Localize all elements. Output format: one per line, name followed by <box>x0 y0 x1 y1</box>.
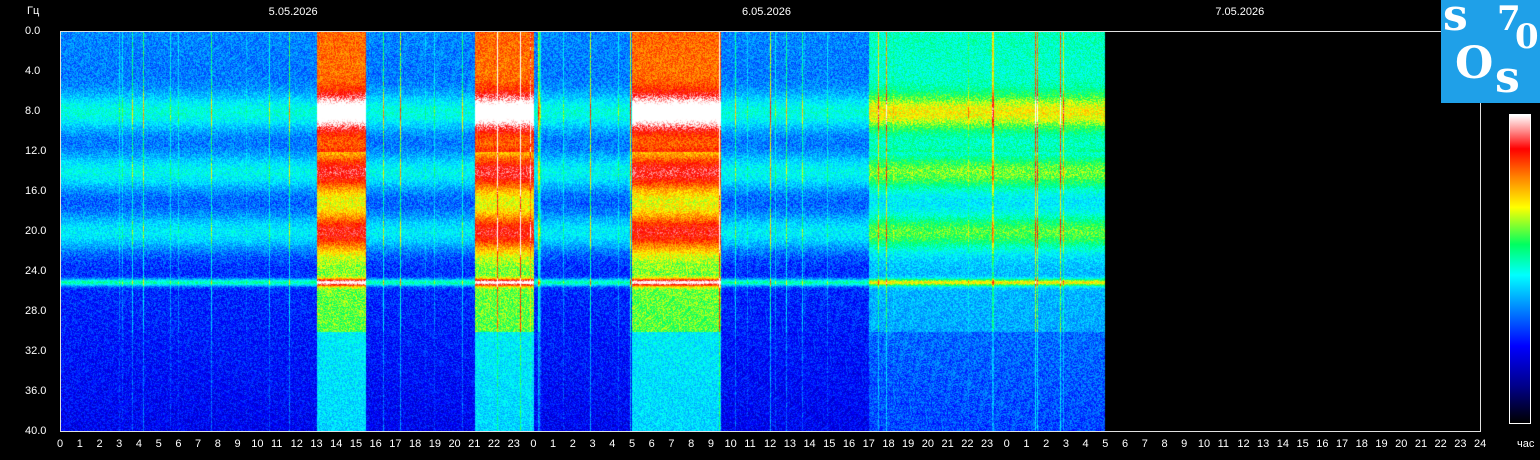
x-tick-label: 15 <box>823 438 836 450</box>
x-tick-label: 2 <box>569 438 576 450</box>
x-tick-label: 4 <box>135 438 142 450</box>
x-tick-label: 12 <box>764 438 777 450</box>
x-tick-label: 19 <box>428 438 441 450</box>
x-tick-label: 5 <box>1102 438 1109 450</box>
x-tick-label: 8 <box>214 438 221 450</box>
x-tick-label: 7 <box>195 438 202 450</box>
x-tick-label: 23 <box>980 438 994 450</box>
x-tick-label: 7 <box>1141 438 1148 450</box>
x-tick-label: 17 <box>862 438 875 450</box>
x-tick-label: 20 <box>1395 438 1408 450</box>
x-tick-label: 14 <box>803 438 816 450</box>
x-tick-label: 2 <box>96 438 103 450</box>
x-tick-label: 0 <box>57 438 64 450</box>
x-tick-label: 4 <box>609 438 616 450</box>
x-tick-label: 20 <box>921 438 935 450</box>
x-tick-label: 13 <box>783 438 796 450</box>
spectrogram-canvas <box>60 32 1480 432</box>
x-tick-label: 12 <box>290 438 303 450</box>
x-tick-label: 16 <box>842 438 856 450</box>
logo-char-O: O <box>1455 38 1494 89</box>
y-tick-label: 36.0 <box>25 385 47 397</box>
x-tick-label: 3 <box>1062 438 1069 450</box>
x-tick-label: 8 <box>688 438 695 450</box>
x-tick-label: 22 <box>487 438 501 450</box>
x-tick-label: 21 <box>468 438 481 450</box>
x-tick-label: 18 <box>409 438 422 450</box>
y-tick-label: 24.0 <box>25 265 47 277</box>
logo-char-0: 0 <box>1515 17 1539 57</box>
x-tick-label: 6 <box>648 438 655 450</box>
x-tick-label: 6 <box>175 438 182 450</box>
y-tick-label: 20.0 <box>25 225 47 237</box>
x-tick-label: 11 <box>1217 438 1230 450</box>
x-tick-label: 17 <box>1335 438 1349 450</box>
x-tick-label: 22 <box>1434 438 1447 450</box>
x-tick-label: 15 <box>1296 438 1309 450</box>
y-tick-label: 32.0 <box>25 345 47 357</box>
logo-char-s1: s <box>1443 0 1468 41</box>
x-tick-label: 0 <box>530 438 537 450</box>
y-tick-label: 16.0 <box>25 185 47 197</box>
x-tick-label: 12 <box>1237 438 1250 450</box>
x-tick-label: 5 <box>628 438 636 450</box>
x-tick-label: 14 <box>1276 438 1290 450</box>
x-tick-label: 11 <box>270 438 283 450</box>
x-axis-unit: час <box>1517 438 1535 450</box>
x-tick-label: 9 <box>707 438 714 450</box>
date-label: 5.05.2026 <box>268 6 318 18</box>
y-tick-label: 4.0 <box>25 65 41 77</box>
x-tick-label: 15 <box>349 438 363 450</box>
x-tick-label: 22 <box>961 438 974 450</box>
x-tick-label: 21 <box>1414 438 1428 450</box>
y-tick-label: 8.0 <box>25 105 41 117</box>
y-tick-label: 40.0 <box>25 425 47 437</box>
x-tick-label: 1 <box>1023 438 1030 450</box>
x-tick-label: 7 <box>668 438 675 450</box>
x-tick-label: 10 <box>724 438 737 450</box>
x-tick-label: 11 <box>744 438 756 450</box>
x-tick-label: 16 <box>1316 438 1329 450</box>
x-tick-label: 1 <box>76 438 83 450</box>
x-tick-label: 18 <box>882 438 895 450</box>
y-tick-label: 0.0 <box>25 25 41 37</box>
y-tick-label: 28.0 <box>25 305 47 317</box>
date-label: 6.05.2026 <box>742 6 791 18</box>
x-tick-label: 13 <box>1257 438 1270 450</box>
x-tick-label: 23 <box>507 438 520 450</box>
logo-char-s2: s <box>1495 52 1520 103</box>
x-tick-label: 3 <box>589 438 596 450</box>
x-tick-label: 6 <box>1122 438 1129 450</box>
x-tick-label: 2 <box>1043 438 1050 450</box>
y-axis-unit: Гц <box>27 5 40 17</box>
x-tick-label: 10 <box>1197 438 1211 450</box>
x-tick-label: 9 <box>234 438 241 450</box>
x-tick-label: 3 <box>116 438 123 450</box>
x-tick-label: 14 <box>330 438 343 450</box>
x-tick-label: 21 <box>941 438 954 450</box>
x-tick-label: 0 <box>1003 438 1010 450</box>
x-tick-label: 24 <box>1474 438 1487 450</box>
x-tick-label: 10 <box>251 438 264 450</box>
x-tick-label: 1 <box>550 438 557 450</box>
x-tick-label: 23 <box>1454 438 1467 450</box>
x-tick-label: 18 <box>1355 438 1368 450</box>
x-tick-label: 8 <box>1161 438 1168 450</box>
x-tick-label: 13 <box>310 438 323 450</box>
x-tick-label: 16 <box>369 438 382 450</box>
x-tick-label: 4 <box>1082 438 1089 450</box>
color-scale-bar <box>1509 114 1531 424</box>
sos70-logo: s 7 0 O s <box>1441 0 1540 103</box>
spectrogram-plot <box>60 32 1480 432</box>
date-label: 7.05.2026 <box>1215 6 1265 18</box>
y-tick-label: 12.0 <box>25 145 47 157</box>
x-tick-label: 19 <box>1375 438 1388 450</box>
x-tick-label: 19 <box>902 438 915 450</box>
x-tick-label: 5 <box>155 438 162 450</box>
x-tick-label: 17 <box>389 438 402 450</box>
x-tick-label: 9 <box>1181 438 1188 450</box>
x-tick-label: 20 <box>448 438 461 450</box>
